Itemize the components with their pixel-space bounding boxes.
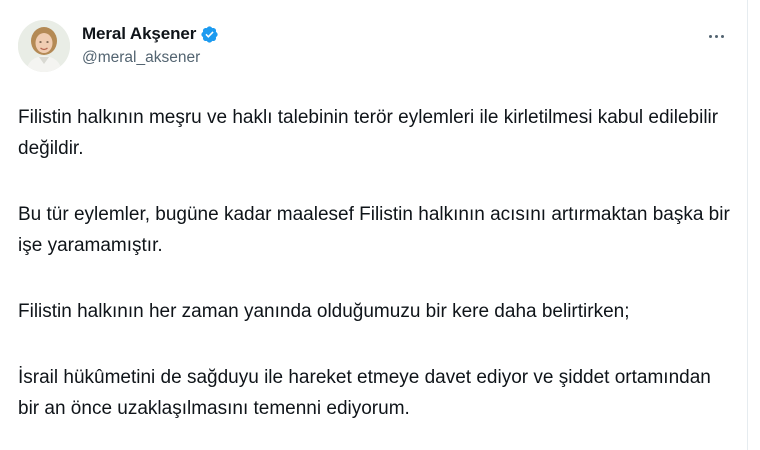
tweet-paragraph: Filistin halkının meşru ve haklı talebin… <box>18 107 719 159</box>
tweet-card: Meral Akşener @meral_aksener Filistin ha… <box>0 0 748 450</box>
tweet-text: Filistin halkının meşru ve haklı talebin… <box>18 102 734 424</box>
more-horizontal-icon[interactable] <box>702 26 730 46</box>
tweet-header: Meral Akşener @meral_aksener <box>18 18 730 82</box>
author-info: Meral Akşener @meral_aksener <box>82 22 219 67</box>
tweet-paragraph: Bu tür eylemler, bugüne kadar maalesef F… <box>18 204 730 256</box>
tweet-paragraph: Filistin halkının her zaman yanında oldu… <box>18 301 630 322</box>
name-row: Meral Akşener <box>82 22 219 46</box>
avatar[interactable] <box>18 20 70 72</box>
profile-photo <box>18 20 70 72</box>
author-display-name[interactable]: Meral Akşener <box>82 24 196 44</box>
verified-badge-icon <box>200 25 219 44</box>
tweet-paragraph: İsrail hükûmetini de sağduyu ile hareket… <box>18 367 711 419</box>
author-handle[interactable]: @meral_aksener <box>82 49 219 67</box>
